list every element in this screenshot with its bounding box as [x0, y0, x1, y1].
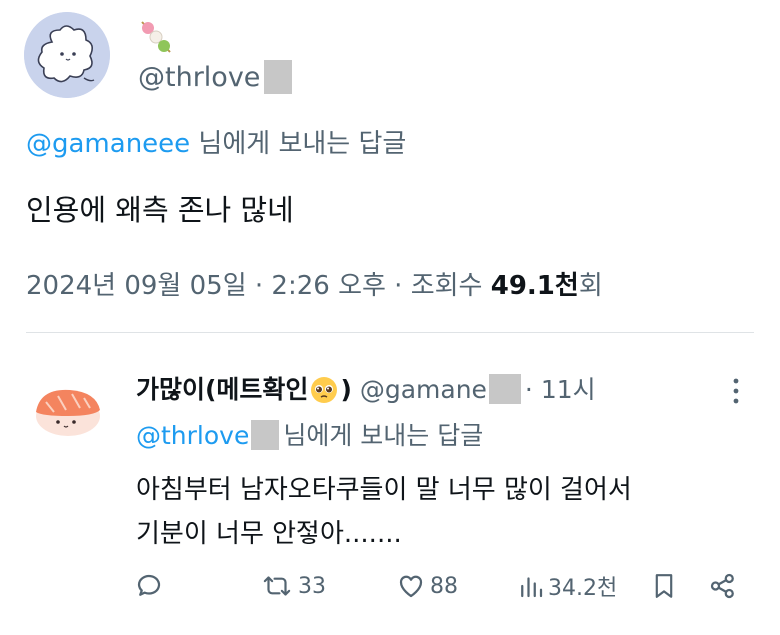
retweet-count: 33 — [298, 573, 326, 599]
reply-text-line: 기분이 너무 안젛아....... — [136, 519, 402, 549]
divider — [26, 332, 754, 333]
tweet-date[interactable]: 2024년 09월 05일 · 2:26 오후 · 조회수 — [26, 271, 491, 301]
like-icon — [399, 575, 423, 598]
reply-text: 아침부터 남자오타쿠들이 말 너무 많이 걸어서 기분이 너무 안젛아.....… — [136, 468, 632, 556]
share-icon — [710, 573, 734, 599]
like-button[interactable]: 88 — [396, 570, 458, 602]
reply-text-line: 아침부터 남자오타쿠들이 말 너무 많이 걸어서 — [136, 475, 632, 505]
views-button[interactable]: 34.2천 — [518, 570, 617, 602]
reply-author-name[interactable]: 가많이(메트확인 — [136, 375, 308, 404]
reply-replying-to: @thrlove 님에게 보내는 답글 — [136, 420, 483, 452]
reply-icon — [137, 574, 161, 596]
handle-text: @thrlove — [138, 62, 261, 93]
redaction-box — [488, 374, 521, 404]
views-icon — [521, 577, 543, 598]
reply-header: 가많이(메트확인 ) @gamane · 11시 — [136, 374, 596, 406]
reply-author-handle[interactable]: @gamane — [360, 375, 487, 404]
retweet-button[interactable]: 33 — [260, 570, 326, 602]
reply-to-label: 님에게 보내는 답글 — [190, 129, 407, 159]
tweet-views-suffix: 회 — [578, 271, 603, 301]
salmon-sushi-avatar-icon — [36, 389, 100, 436]
retweet-icon — [263, 576, 291, 596]
ghost-avatar-icon — [24, 12, 110, 98]
reply-author-name-close: ) — [340, 375, 352, 404]
avatar[interactable] — [24, 12, 110, 98]
tweet-text: 인용에 왜측 존나 많네 — [26, 193, 294, 227]
bookmark-icon — [655, 574, 673, 598]
reply-to-label: 님에게 보내는 답글 — [283, 421, 484, 450]
replying-to: @gamaneee 님에게 보내는 답글 — [26, 128, 406, 160]
like-count: 88 — [430, 573, 458, 599]
reply-to-mention[interactable]: @thrlove — [136, 421, 249, 450]
separator-dot: · — [524, 375, 533, 404]
redaction-box — [251, 420, 280, 450]
redaction-box — [264, 60, 293, 94]
reply-avatar[interactable] — [30, 372, 106, 448]
reply-to-mention[interactable]: @gamaneee — [26, 129, 190, 159]
reply-timestamp[interactable]: 11시 — [541, 375, 596, 404]
pleading-face-emoji-icon — [310, 376, 338, 404]
views-count: 34.2천 — [548, 576, 618, 601]
tweet-views-count: 49.1천 — [490, 271, 579, 301]
tweet-author-handle[interactable]: @thrlove — [138, 60, 293, 95]
more-icon[interactable] — [732, 376, 740, 406]
dango-emoji-icon — [136, 16, 176, 56]
share-button[interactable] — [708, 570, 738, 602]
reply-button[interactable] — [134, 570, 164, 602]
bookmark-button[interactable] — [652, 570, 676, 602]
tweet-metadata: 2024년 09월 05일 · 2:26 오후 · 조회수 49.1천회 — [26, 270, 603, 302]
